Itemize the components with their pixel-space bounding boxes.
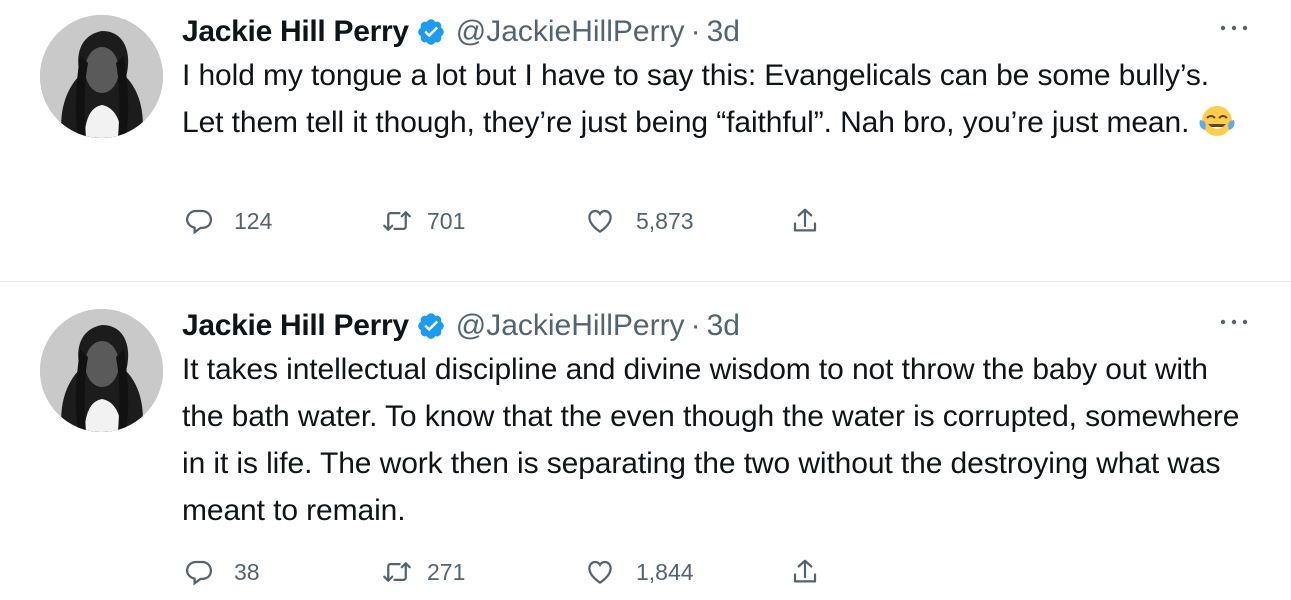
like-button[interactable]: 1,844 xyxy=(585,554,694,590)
author-handle[interactable]: @JackieHillPerry xyxy=(456,309,685,343)
tweet-text: It takes intellectual discipline and div… xyxy=(182,353,1248,527)
tweet-header: Jackie Hill Perry @JackieHillPerry · 3d xyxy=(182,12,1251,52)
reply-count: 38 xyxy=(234,558,260,585)
retweet-button[interactable]: 701 xyxy=(382,203,465,239)
author-name[interactable]: Jackie Hill Perry xyxy=(182,309,409,343)
share-button[interactable] xyxy=(790,554,820,590)
timestamp[interactable]: 3d xyxy=(707,309,740,343)
share-button[interactable] xyxy=(790,203,820,239)
more-icon[interactable] xyxy=(1217,312,1251,332)
tweet-text-body: I hold my tongue a lot but I have to say… xyxy=(182,59,1218,139)
verified-badge-icon xyxy=(416,17,446,47)
timestamp[interactable]: 3d xyxy=(707,15,740,49)
reply-icon xyxy=(185,560,213,586)
like-count: 5,873 xyxy=(636,207,694,234)
reply-button[interactable]: 38 xyxy=(184,554,260,590)
like-icon xyxy=(588,560,612,584)
reply-count: 124 xyxy=(234,207,273,234)
separator-dot: · xyxy=(690,15,701,48)
tweet[interactable]: Jackie Hill Perry @JackieHillPerry · 3d … xyxy=(0,0,1291,281)
share-icon xyxy=(793,559,817,583)
share-icon xyxy=(793,208,817,232)
action-bar: 124 701 5,873 xyxy=(182,203,1251,239)
retweet-icon xyxy=(383,211,411,231)
avatar[interactable] xyxy=(40,309,163,432)
separator-dot: · xyxy=(690,309,701,342)
tweet-feed: Jackie Hill Perry @JackieHillPerry · 3d … xyxy=(0,0,1291,600)
like-button[interactable]: 5,873 xyxy=(585,203,694,239)
tweet-header: Jackie Hill Perry @JackieHillPerry · 3d xyxy=(182,306,1251,346)
verified-badge-icon xyxy=(416,311,446,341)
avatar[interactable] xyxy=(40,15,163,138)
reply-button[interactable]: 124 xyxy=(184,203,272,239)
more-icon[interactable] xyxy=(1217,18,1251,38)
like-count: 1,844 xyxy=(636,558,694,585)
reply-icon xyxy=(185,209,213,235)
action-bar: 38 271 1,844 xyxy=(182,554,1251,590)
author-name[interactable]: Jackie Hill Perry xyxy=(182,15,409,49)
like-icon xyxy=(588,209,612,233)
tweet-text: I hold my tongue a lot but I have to say… xyxy=(182,52,1251,146)
retweet-icon xyxy=(383,562,411,582)
retweet-count: 701 xyxy=(427,207,466,234)
face-with-tears-of-joy-icon xyxy=(1198,104,1236,138)
retweet-button[interactable]: 271 xyxy=(382,554,465,590)
retweet-count: 271 xyxy=(427,558,466,585)
tweet[interactable]: Jackie Hill Perry @JackieHillPerry · 3d … xyxy=(0,282,1291,600)
author-handle[interactable]: @JackieHillPerry xyxy=(456,15,685,49)
